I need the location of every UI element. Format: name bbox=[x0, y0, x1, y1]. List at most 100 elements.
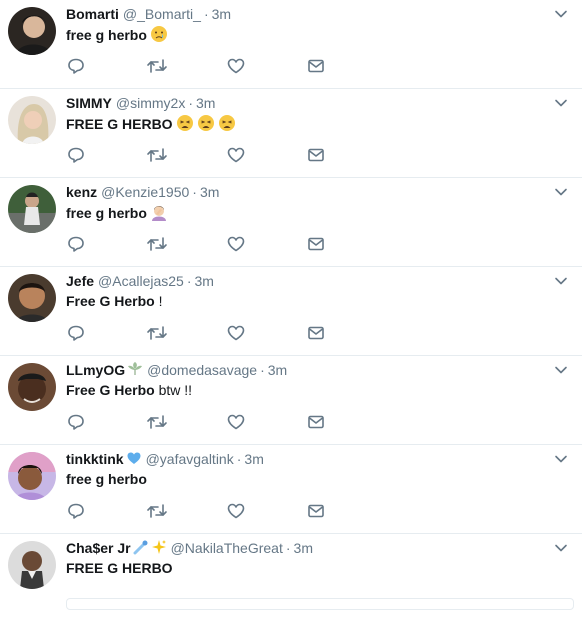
timestamp[interactable]: 3m bbox=[294, 540, 313, 556]
tweet-text-main: free g herbo bbox=[66, 205, 147, 221]
display-name[interactable]: Bomarti bbox=[66, 6, 119, 22]
timestamp[interactable]: 3m bbox=[244, 451, 263, 467]
timestamp[interactable]: 3m bbox=[196, 95, 215, 111]
tweet-actions bbox=[66, 145, 336, 165]
tweet-item[interactable]: Bomarti @_Bomarti_ · 3m free g herbo bbox=[0, 0, 582, 89]
chevron-down-icon[interactable] bbox=[554, 541, 568, 555]
retweet-icon[interactable] bbox=[146, 234, 168, 254]
tweet-actions bbox=[66, 501, 336, 521]
tweet-text-rest: btw !! bbox=[154, 382, 193, 398]
timestamp[interactable]: 3m bbox=[195, 273, 214, 289]
chevron-down-icon[interactable] bbox=[554, 452, 568, 466]
separator-dot: · bbox=[186, 273, 192, 289]
chevron-down-icon[interactable] bbox=[554, 7, 568, 21]
avatar[interactable] bbox=[8, 541, 56, 589]
crying-face-emoji-icon bbox=[150, 25, 168, 47]
separator-dot: · bbox=[260, 362, 265, 378]
tweet-item[interactable]: SIMMY @simmy2x · 3m FREE G HERBO bbox=[0, 89, 582, 178]
reply-icon[interactable] bbox=[66, 412, 88, 432]
embedded-card-edge[interactable] bbox=[66, 598, 574, 610]
reply-icon[interactable] bbox=[66, 323, 88, 343]
heart-icon[interactable] bbox=[226, 234, 248, 254]
heart-icon[interactable] bbox=[226, 145, 248, 165]
display-name[interactable]: SIMMY bbox=[66, 95, 112, 111]
envelope-icon[interactable] bbox=[306, 323, 328, 343]
retweet-icon[interactable] bbox=[146, 145, 168, 165]
envelope-icon[interactable] bbox=[306, 56, 328, 76]
chevron-down-icon[interactable] bbox=[554, 274, 568, 288]
avatar[interactable] bbox=[8, 452, 56, 500]
envelope-icon[interactable] bbox=[306, 234, 328, 254]
reply-icon[interactable] bbox=[66, 56, 88, 76]
reply-icon[interactable] bbox=[66, 501, 88, 521]
display-name[interactable]: LLmyOG bbox=[66, 362, 125, 378]
sparkles-emoji-icon bbox=[151, 539, 167, 559]
envelope-icon[interactable] bbox=[306, 501, 328, 521]
tweet-text-main: Free G Herbo bbox=[66, 382, 155, 398]
tweet-item[interactable]: tinkktink @yafavgaltink · 3m free g herbo bbox=[0, 445, 582, 534]
username-handle[interactable]: @_Bomarti_ bbox=[123, 6, 201, 22]
tweet-item[interactable]: kenz @Kenzie1950 · 3m free g herbo bbox=[0, 178, 582, 267]
heart-icon[interactable] bbox=[226, 323, 248, 343]
avatar[interactable] bbox=[8, 185, 56, 233]
avatar[interactable] bbox=[8, 7, 56, 55]
username-handle[interactable]: @Kenzie1950 bbox=[101, 184, 189, 200]
weary-face-emoji-icon bbox=[176, 114, 194, 136]
tweet-text-main: free g herbo bbox=[66, 471, 147, 487]
username-handle[interactable]: @NakilaTheGreat bbox=[171, 540, 283, 556]
chevron-down-icon[interactable] bbox=[554, 363, 568, 377]
retweet-icon[interactable] bbox=[146, 323, 168, 343]
tweet-item[interactable]: Jefe @Acallejas25 · 3m Free G Herbo ! bbox=[0, 267, 582, 356]
tweet-text: free g herbo bbox=[66, 25, 168, 47]
leaf-emoji-icon bbox=[127, 361, 143, 381]
tweet-text: free g herbo bbox=[66, 203, 168, 225]
username-handle[interactable]: @simmy2x bbox=[116, 95, 185, 111]
display-name[interactable]: kenz bbox=[66, 184, 97, 200]
retweet-icon[interactable] bbox=[146, 56, 168, 76]
tweet-header: tinkktink @yafavgaltink · 3m bbox=[66, 450, 264, 468]
tweet-text-main: FREE G HERBO bbox=[66, 560, 173, 576]
tweet-feed: Bomarti @_Bomarti_ · 3m free g herbo SIMMY @… bbox=[0, 0, 582, 623]
username-handle[interactable]: @yafavgaltink bbox=[146, 451, 234, 467]
separator-dot: · bbox=[203, 6, 209, 22]
reply-icon[interactable] bbox=[66, 234, 88, 254]
separator-dot: · bbox=[285, 540, 291, 556]
display-name[interactable]: Cha$er Jr bbox=[66, 540, 131, 556]
avatar[interactable] bbox=[8, 363, 56, 411]
reply-icon[interactable] bbox=[66, 145, 88, 165]
tweet-text: Free G Herbo ! bbox=[66, 292, 162, 310]
avatar[interactable] bbox=[8, 274, 56, 322]
separator-dot: · bbox=[192, 184, 197, 200]
tweet-header: Jefe @Acallejas25 · 3m bbox=[66, 272, 214, 290]
tweet-text-main: FREE G HERBO bbox=[66, 116, 173, 132]
heart-icon[interactable] bbox=[226, 412, 248, 432]
heart-icon[interactable] bbox=[226, 56, 248, 76]
timestamp[interactable]: 3m bbox=[200, 184, 219, 200]
tweet-text-main: free g herbo bbox=[66, 27, 147, 43]
tweet-actions bbox=[66, 412, 336, 432]
separator-dot: · bbox=[236, 451, 242, 467]
display-name[interactable]: tinkktink bbox=[66, 451, 124, 467]
tweet-header: SIMMY @simmy2x · 3m bbox=[66, 94, 215, 112]
tweet-text: FREE G HERBO bbox=[66, 559, 173, 577]
username-handle[interactable]: @Acallejas25 bbox=[98, 273, 184, 289]
tweet-item[interactable]: LLmyOG @domedasavage · 3m Free G Herbo btw … bbox=[0, 356, 582, 445]
heart-icon[interactable] bbox=[226, 501, 248, 521]
tweet-header: kenz @Kenzie1950 · 3m bbox=[66, 183, 219, 201]
comet-emoji-icon bbox=[133, 539, 149, 559]
envelope-icon[interactable] bbox=[306, 145, 328, 165]
tweet-actions bbox=[66, 56, 336, 76]
tweet-header: LLmyOG @domedasavage · 3m bbox=[66, 361, 287, 379]
retweet-icon[interactable] bbox=[146, 412, 168, 432]
username-handle[interactable]: @domedasavage bbox=[147, 362, 257, 378]
timestamp[interactable]: 3m bbox=[268, 362, 287, 378]
chevron-down-icon[interactable] bbox=[554, 185, 568, 199]
avatar[interactable] bbox=[8, 96, 56, 144]
envelope-icon[interactable] bbox=[306, 412, 328, 432]
tweet-text-rest: ! bbox=[154, 293, 163, 309]
timestamp[interactable]: 3m bbox=[212, 6, 231, 22]
display-name[interactable]: Jefe bbox=[66, 273, 94, 289]
retweet-icon[interactable] bbox=[146, 501, 168, 521]
chevron-down-icon[interactable] bbox=[554, 96, 568, 110]
tweet-actions bbox=[66, 323, 336, 343]
